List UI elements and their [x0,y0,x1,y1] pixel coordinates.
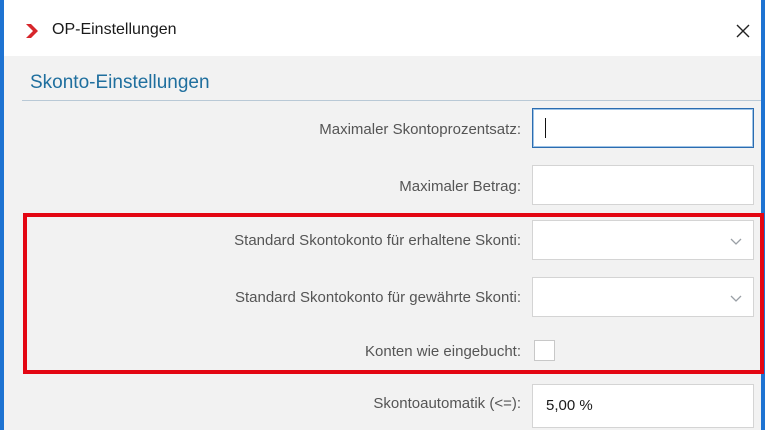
received-account-dropdown[interactable] [532,220,754,260]
automatic-input[interactable]: 5,00 % [532,384,754,428]
max-percent-label: Maximaler Skontoprozentsatz: [319,121,521,138]
as-booked-label: Konten wie eingebucht: [365,343,521,360]
title-bar: OP-Einstellungen [4,0,761,56]
automatic-value: 5,00 % [546,397,593,414]
dialog-content: Skonto-Einstellungen Maximaler Skontopro… [4,56,761,430]
automatic-label: Skontoautomatik (<=): [373,395,521,412]
close-button[interactable] [730,18,756,44]
max-amount-input[interactable] [532,165,754,205]
granted-account-dropdown[interactable] [532,277,754,317]
as-booked-checkbox[interactable] [534,340,555,361]
text-caret [545,118,546,138]
max-amount-label: Maximaler Betrag: [399,178,521,195]
max-percent-input[interactable] [532,108,754,148]
close-icon [736,24,750,38]
section-title: Skonto-Einstellungen [30,72,210,93]
window-title: OP-Einstellungen [52,21,177,38]
granted-account-label: Standard Skontokonto für gewährte Skonti… [234,289,521,306]
section-divider [22,100,761,101]
chevron-right-logo-icon [26,24,38,38]
op-settings-window: OP-Einstellungen Skonto-Einstellungen Ma… [0,0,765,430]
chevron-down-icon [730,295,742,302]
chevron-down-icon [730,238,742,245]
received-account-label: Standard Skontokonto für erhaltene Skont… [234,232,521,249]
